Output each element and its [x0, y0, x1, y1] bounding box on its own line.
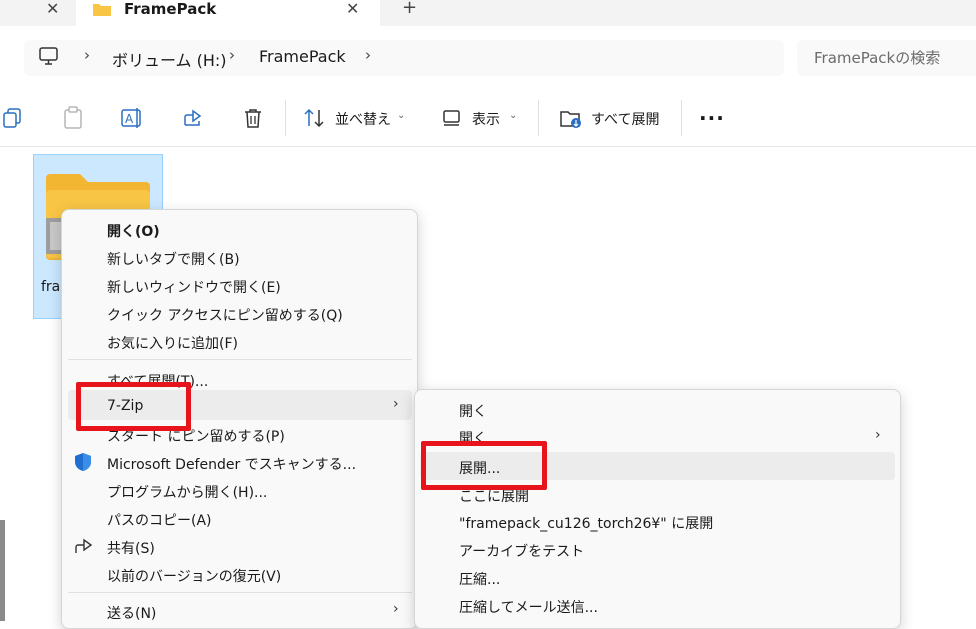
menu-item-add-favorites[interactable]: お気に入りに追加(F)	[107, 333, 238, 353]
chevron-down-icon[interactable]: ⌄	[397, 110, 405, 121]
7zip-submenu	[414, 389, 901, 629]
menu-separator	[68, 592, 412, 593]
menu-item-pin-quick-access[interactable]: クイック アクセスにピン留めする(Q)	[107, 305, 343, 325]
annotation-box-7zip	[76, 382, 191, 431]
breadcrumb-chevron-icon[interactable]: ›	[365, 46, 371, 64]
submenu-item-extract-to-folder[interactable]: "framepack_cu126_torch26¥" に展開	[459, 513, 713, 533]
share-icon[interactable]	[182, 107, 204, 133]
extract-all-icon[interactable]	[559, 106, 583, 134]
sort-button[interactable]: 並べ替え	[335, 109, 391, 129]
submenu-chevron-icon: ›	[875, 427, 881, 443]
menu-item-share[interactable]: 共有(S)	[107, 538, 155, 558]
submenu-item-compress-email[interactable]: 圧縮してメール送信...	[459, 597, 598, 617]
sort-icon[interactable]	[303, 107, 327, 133]
menu-item-open-new-window[interactable]: 新しいウィンドウで開く(E)	[107, 277, 281, 297]
breadcrumb-volume[interactable]: ボリューム (H:)	[112, 47, 227, 71]
close-tab-icon[interactable]: ✕	[46, 0, 59, 18]
new-tab-icon[interactable]: +	[402, 0, 417, 17]
more-options-button[interactable]: ...	[699, 101, 725, 125]
breadcrumb-framepack[interactable]: FramePack	[259, 47, 346, 66]
chevron-down-icon[interactable]: ⌄	[509, 110, 517, 121]
breadcrumb-chevron-icon[interactable]: ›	[229, 46, 235, 64]
tab-framepack[interactable]	[76, 0, 380, 26]
menu-item-restore-previous[interactable]: 以前のバージョンの復元(V)	[107, 566, 281, 586]
menu-separator	[68, 359, 412, 360]
scrollbar-fragment[interactable]	[0, 520, 5, 621]
menu-item-defender-scan[interactable]: Microsoft Defender でスキャンする...	[107, 454, 356, 474]
folder-icon	[92, 1, 112, 21]
rename-icon[interactable]: A	[120, 106, 144, 134]
submenu-chevron-icon: ›	[393, 396, 399, 412]
toolbar-separator	[285, 100, 286, 136]
menu-item-open-with[interactable]: プログラムから開く(H)...	[107, 482, 267, 502]
this-pc-icon[interactable]	[38, 46, 60, 70]
close-tab-icon[interactable]: ✕	[346, 0, 359, 18]
share-icon	[74, 537, 94, 559]
copy-icon[interactable]	[2, 107, 24, 133]
submenu-item-compress[interactable]: 圧縮...	[459, 569, 500, 589]
toolbar-separator	[681, 100, 682, 136]
defender-shield-icon	[74, 452, 92, 476]
paste-icon[interactable]	[62, 106, 84, 134]
menu-item-copy-path[interactable]: パスのコピー(A)	[107, 510, 212, 530]
extract-all-button[interactable]: すべて展開	[591, 109, 659, 129]
submenu-chevron-icon: ›	[393, 601, 399, 617]
search-placeholder: FramePackの検索	[814, 49, 941, 67]
svg-text:A: A	[125, 112, 134, 126]
menu-item-send-to[interactable]: 送る(N)	[107, 603, 156, 623]
annotation-box-extract	[421, 441, 547, 490]
menu-item-open[interactable]: 開く(O)	[107, 221, 160, 241]
view-button[interactable]: 表示	[472, 109, 500, 129]
submenu-item-test-archive[interactable]: アーカイブをテスト	[459, 541, 584, 561]
breadcrumb-chevron-icon[interactable]: ›	[84, 46, 90, 64]
view-icon[interactable]	[442, 108, 462, 132]
delete-icon[interactable]	[242, 107, 264, 133]
tab-title: FramePack	[124, 0, 217, 18]
submenu-item-open[interactable]: 開く	[459, 401, 487, 421]
toolbar-separator	[538, 100, 539, 136]
menu-item-open-new-tab[interactable]: 新しいタブで開く(B)	[107, 249, 240, 269]
